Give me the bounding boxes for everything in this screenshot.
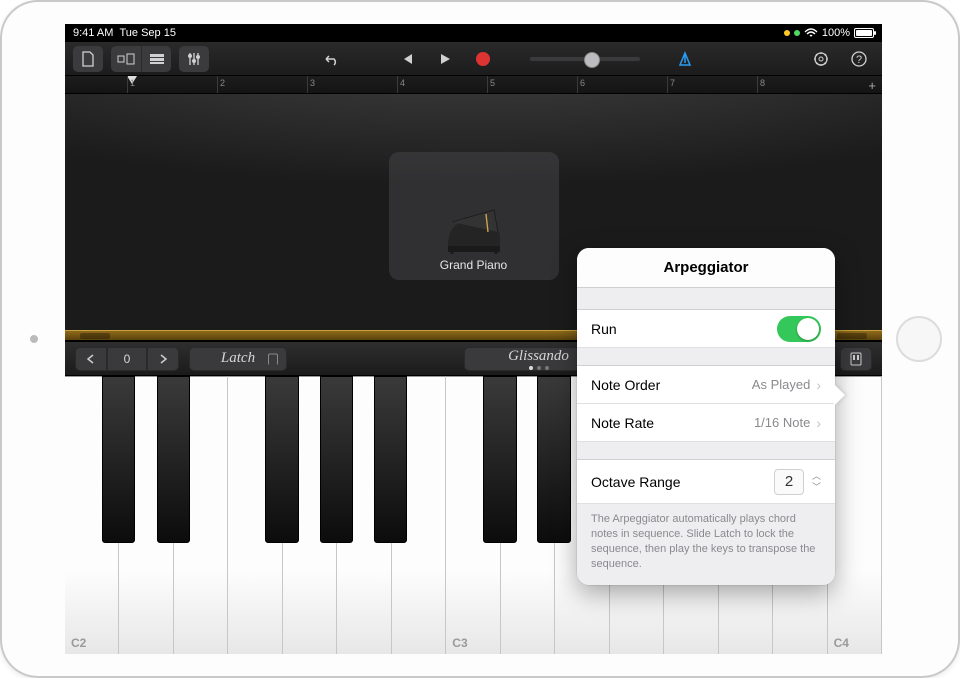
octave-range-row: Octave Range 2 ︿ ﹀ (577, 460, 835, 504)
play-button[interactable] (430, 46, 460, 72)
octave-range-down[interactable]: ﹀ (812, 483, 821, 492)
metronome-button[interactable] (670, 46, 700, 72)
arpeggiator-popover: Arpeggiator Run Note Order As Played › N… (577, 248, 835, 585)
chevron-right-icon: › (816, 377, 821, 393)
instrument-name: Grand Piano (440, 258, 507, 272)
popover-spacer (577, 288, 835, 310)
note-order-value: As Played (752, 377, 811, 392)
key-label: C3 (452, 636, 467, 650)
front-camera (30, 335, 38, 343)
battery-icon (854, 28, 874, 38)
octave-range-value: 2 (774, 469, 804, 495)
black-key[interactable] (320, 376, 353, 543)
ruler-mark: 6 (577, 76, 585, 93)
ruler-mark: 2 (217, 76, 225, 93)
ruler-mark: 5 (487, 76, 495, 93)
note-order-row[interactable]: Note Order As Played › (577, 366, 835, 404)
octave-up-button[interactable] (147, 347, 179, 371)
tracks-view-button[interactable] (141, 46, 171, 72)
arpeggiator-run-row[interactable]: Run (577, 310, 835, 348)
black-key[interactable] (102, 376, 135, 543)
ruler-mark: 1 (127, 76, 135, 93)
status-indicator-green (794, 30, 800, 36)
popover-description: The Arpeggiator automatically plays chor… (577, 504, 835, 585)
note-rate-value: 1/16 Note (754, 415, 810, 430)
svg-text:?: ? (856, 54, 862, 66)
instrument-selector[interactable]: Grand Piano (389, 152, 559, 280)
undo-button[interactable] (316, 46, 346, 72)
white-key[interactable]: C4 (828, 376, 882, 654)
help-button[interactable]: ? (844, 46, 874, 72)
black-key[interactable] (483, 376, 516, 543)
battery-percent: 100% (822, 27, 850, 39)
add-section-button[interactable]: + (868, 78, 876, 93)
ruler-mark: 8 (757, 76, 765, 93)
go-to-start-button[interactable] (392, 46, 422, 72)
status-indicator-yellow (784, 30, 790, 36)
grand-piano-icon (438, 202, 510, 258)
keyboard-layout-button[interactable] (840, 347, 872, 371)
key-label: C2 (71, 636, 86, 650)
black-key[interactable] (265, 376, 298, 543)
app-toolbar: ? (65, 42, 882, 76)
track-controls-button[interactable] (179, 46, 209, 72)
status-time: 9:41 AM (73, 27, 113, 39)
black-key[interactable] (374, 376, 407, 543)
octave-range-label: Octave Range (591, 474, 774, 490)
status-date: Tue Sep 15 (119, 27, 175, 39)
wifi-icon (804, 28, 818, 38)
record-icon (476, 52, 490, 66)
octave-down-button[interactable] (75, 347, 107, 371)
chevron-left-icon (86, 354, 96, 364)
black-key[interactable] (537, 376, 570, 543)
note-rate-label: Note Rate (591, 415, 754, 431)
run-label: Run (591, 321, 777, 337)
popover-title: Arpeggiator (577, 248, 835, 288)
record-button[interactable] (468, 46, 498, 72)
note-order-label: Note Order (591, 377, 752, 393)
octave-value: 0 (107, 347, 147, 371)
my-songs-button[interactable] (73, 46, 103, 72)
note-rate-row[interactable]: Note Rate 1/16 Note › (577, 404, 835, 442)
keyboard-layout-icon (849, 351, 863, 367)
status-bar: 9:41 AM Tue Sep 15 100% (65, 24, 882, 42)
volume-slider[interactable] (530, 57, 640, 61)
key-label: C4 (834, 636, 849, 650)
octave-range-up[interactable]: ︿ (812, 472, 821, 481)
ruler-mark: 3 (307, 76, 315, 93)
latch-button[interactable]: Latch (189, 347, 287, 371)
chevron-right-icon: › (816, 415, 821, 431)
chevron-right-icon (158, 354, 168, 364)
timeline-ruler[interactable]: 1 2 3 4 5 6 7 8 + (65, 76, 882, 94)
browser-view-button[interactable] (111, 46, 141, 72)
home-button[interactable] (896, 316, 942, 362)
ruler-mark: 4 (397, 76, 405, 93)
settings-button[interactable] (806, 46, 836, 72)
popover-spacer (577, 348, 835, 366)
ipad-frame: 9:41 AM Tue Sep 15 100% (0, 0, 960, 678)
ruler-mark: 7 (667, 76, 675, 93)
run-toggle[interactable] (777, 316, 821, 342)
screen: 9:41 AM Tue Sep 15 100% (65, 24, 882, 654)
black-key[interactable] (157, 376, 190, 543)
popover-spacer (577, 442, 835, 460)
